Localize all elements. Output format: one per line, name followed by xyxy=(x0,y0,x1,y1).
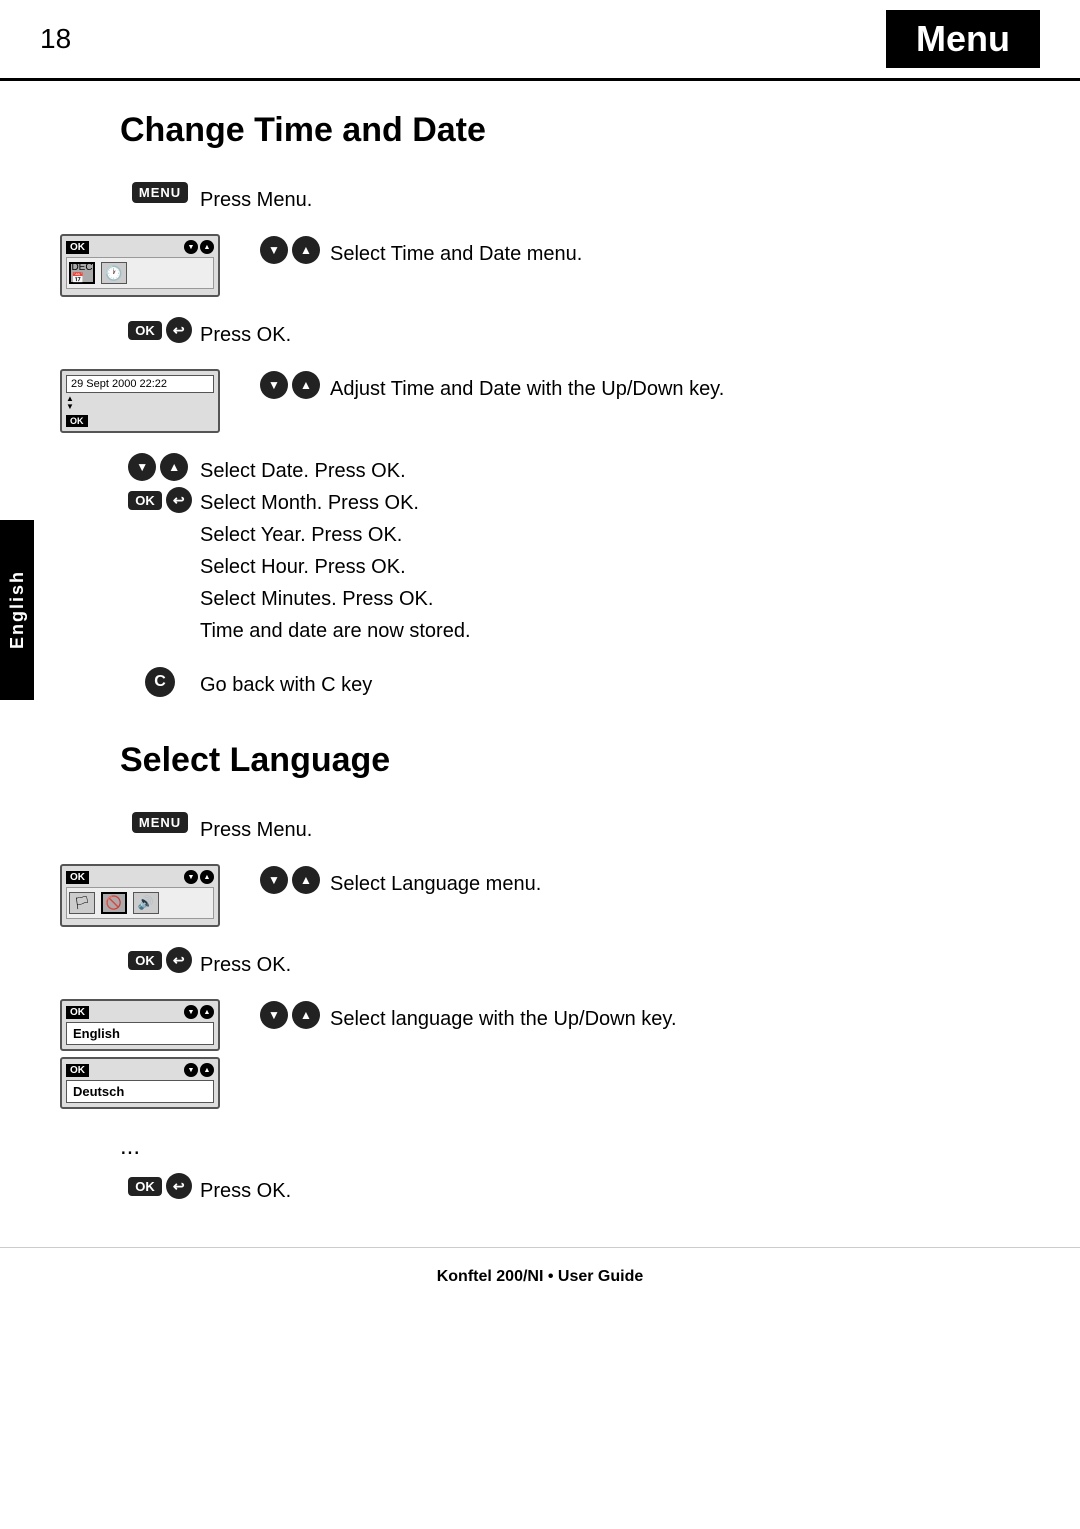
dec-icon: DEC📅 xyxy=(69,262,95,284)
page-number: 18 xyxy=(40,23,71,55)
step-adjust-time-date: 29 Sept 2000 22:22 ▲ ▼ OK ▼ ▲ Adjust Tim… xyxy=(60,369,1040,433)
device-screen-lang-1: OK ▼ ▲ 🏳 🚫 🔊 xyxy=(60,864,220,927)
lang-menu-icon-col: MENU xyxy=(120,810,200,833)
step-press-menu-1: MENU Press Menu. xyxy=(120,180,1040,216)
menu-icon-col: MENU xyxy=(120,180,200,203)
lang-step-text-4: Select language with the Up/Down key. xyxy=(330,999,1040,1035)
lang-ok-c-icon: OK ↩ xyxy=(128,947,192,973)
up-down-arrows-1: ▼ ▲ xyxy=(260,236,320,264)
footer: Konftel 200/NI • User Guide xyxy=(0,1247,1080,1306)
sidebar-label: English xyxy=(7,570,28,649)
lang-arrows-icon-col-2: ▼ ▲ xyxy=(250,999,330,1029)
down-arrow-2: ▼ xyxy=(260,371,288,399)
screen-language-entries: OK ▼ ▲ English OK ▼ ▲ Deutsch xyxy=(60,999,240,1115)
header: 18 Menu xyxy=(0,0,1080,81)
page-title: Menu xyxy=(886,10,1040,68)
lang-step-press-ok: OK ↩ Press OK. xyxy=(120,945,1040,981)
lang-icon-1: 🏳 xyxy=(69,892,95,914)
screen-language-icons: OK ▼ ▲ 🏳 🚫 🔊 xyxy=(60,864,240,927)
up-arrow: ▲ xyxy=(292,236,320,264)
c-key-icon-col: C xyxy=(120,665,200,697)
down-arrow-3: ▼ xyxy=(128,453,156,481)
arrows-icon-col-1: ▼ ▲ xyxy=(250,234,330,264)
footer-text: Konftel 200/NI • User Guide xyxy=(437,1268,644,1285)
lang-up-down-arrows-2: ▼ ▲ xyxy=(260,1001,320,1029)
up-arrow-3: ▲ xyxy=(160,453,188,481)
lang-step-text-5: Press OK. xyxy=(200,1171,1040,1207)
lang-final-ok-col: OK ↩ xyxy=(120,1171,200,1199)
step-text-2: Select Time and Date menu. xyxy=(330,234,1040,270)
lang-down-arrow: ▼ xyxy=(260,866,288,894)
step-select-time-date: OK ▼ ▲ DEC📅 🕐 ▼ ▲ xyxy=(60,234,1040,297)
device-screen-english: OK ▼ ▲ English xyxy=(60,999,220,1051)
step-press-ok-1: OK ↩ Press OK. xyxy=(120,315,1040,351)
lang-menu-icon: MENU xyxy=(132,812,188,833)
lang-down-arrow-2: ▼ xyxy=(260,1001,288,1029)
step-text-6: Go back with C key xyxy=(200,665,1040,701)
device-screen-deutsch: OK ▼ ▲ Deutsch xyxy=(60,1057,220,1109)
ok-c-icon-1: OK ↩ xyxy=(128,317,192,343)
arrows-icon-col-2: ▼ ▲ xyxy=(250,369,330,399)
up-down-arrows-3: ▼ ▲ xyxy=(128,453,192,481)
clock-icon: 🕐 xyxy=(101,262,127,284)
step-select-date-fields: ▼ ▲ OK ↩ Select Date. Press OK. Select M… xyxy=(120,451,1040,647)
ellipsis: ... xyxy=(120,1133,1040,1161)
step-text-5: Select Date. Press OK. Select Month. Pre… xyxy=(200,451,1040,647)
lang-step-final-ok: OK ↩ Press OK. xyxy=(120,1171,1040,1207)
down-arrow: ▼ xyxy=(260,236,288,264)
english-entry: English xyxy=(66,1022,214,1045)
lang-up-arrow-2: ▲ xyxy=(292,1001,320,1029)
deutsch-entry: Deutsch xyxy=(66,1080,214,1103)
lang-up-down-arrows: ▼ ▲ xyxy=(260,866,320,894)
section-change-time-title: Change Time and Date xyxy=(120,111,1000,150)
device-screen-2: 29 Sept 2000 22:22 ▲ ▼ OK xyxy=(60,369,220,433)
arrows-ok-icon-col: ▼ ▲ OK ↩ xyxy=(120,451,200,513)
section-select-language: Select Language MENU Press Menu. OK ▼ ▲ xyxy=(0,741,1080,1207)
ok-c-icon-2: OK ↩ xyxy=(128,487,192,513)
up-arrow-2: ▲ xyxy=(292,371,320,399)
lang-arrows-icon-col: ▼ ▲ xyxy=(250,864,330,894)
step-go-back: C Go back with C key xyxy=(120,665,1040,701)
step-text-3: Press OK. xyxy=(200,315,1040,351)
lang-step-text-2: Select Language menu. xyxy=(330,864,1040,900)
step-text-4: Adjust Time and Date with the Up/Down ke… xyxy=(330,369,1040,405)
lang-final-ok-icon: OK ↩ xyxy=(128,1173,192,1199)
lang-icon-2: 🚫 xyxy=(101,892,127,914)
screen-time-date-icons: OK ▼ ▲ DEC📅 🕐 xyxy=(60,234,240,297)
lang-ok-c-icon-col: OK ↩ xyxy=(120,945,200,973)
device-screen-1: OK ▼ ▲ DEC📅 🕐 xyxy=(60,234,220,297)
screen-date-display: 29 Sept 2000 22:22 ▲ ▼ OK xyxy=(60,369,240,433)
lang-step-text-3: Press OK. xyxy=(200,945,1040,981)
section-select-language-title: Select Language xyxy=(120,741,1000,780)
step-text-1: Press Menu. xyxy=(200,180,1040,216)
lang-step-select-language: OK ▼ ▲ English OK ▼ ▲ Deutsch xyxy=(60,999,1040,1115)
sidebar-language-tab: English xyxy=(0,520,34,700)
section-change-time: Change Time and Date MENU Press Menu. OK… xyxy=(0,111,1080,701)
lang-step-select-lang-menu: OK ▼ ▲ 🏳 🚫 🔊 xyxy=(60,864,1040,927)
c-key-icon: C xyxy=(145,667,175,697)
up-down-arrows-2: ▼ ▲ xyxy=(260,371,320,399)
lang-step-text-1: Press Menu. xyxy=(200,810,1040,846)
lang-icon-3: 🔊 xyxy=(133,892,159,914)
menu-icon: MENU xyxy=(132,182,188,203)
ok-c-icon-col-1: OK ↩ xyxy=(120,315,200,343)
lang-step-press-menu: MENU Press Menu. xyxy=(120,810,1040,846)
lang-up-arrow: ▲ xyxy=(292,866,320,894)
